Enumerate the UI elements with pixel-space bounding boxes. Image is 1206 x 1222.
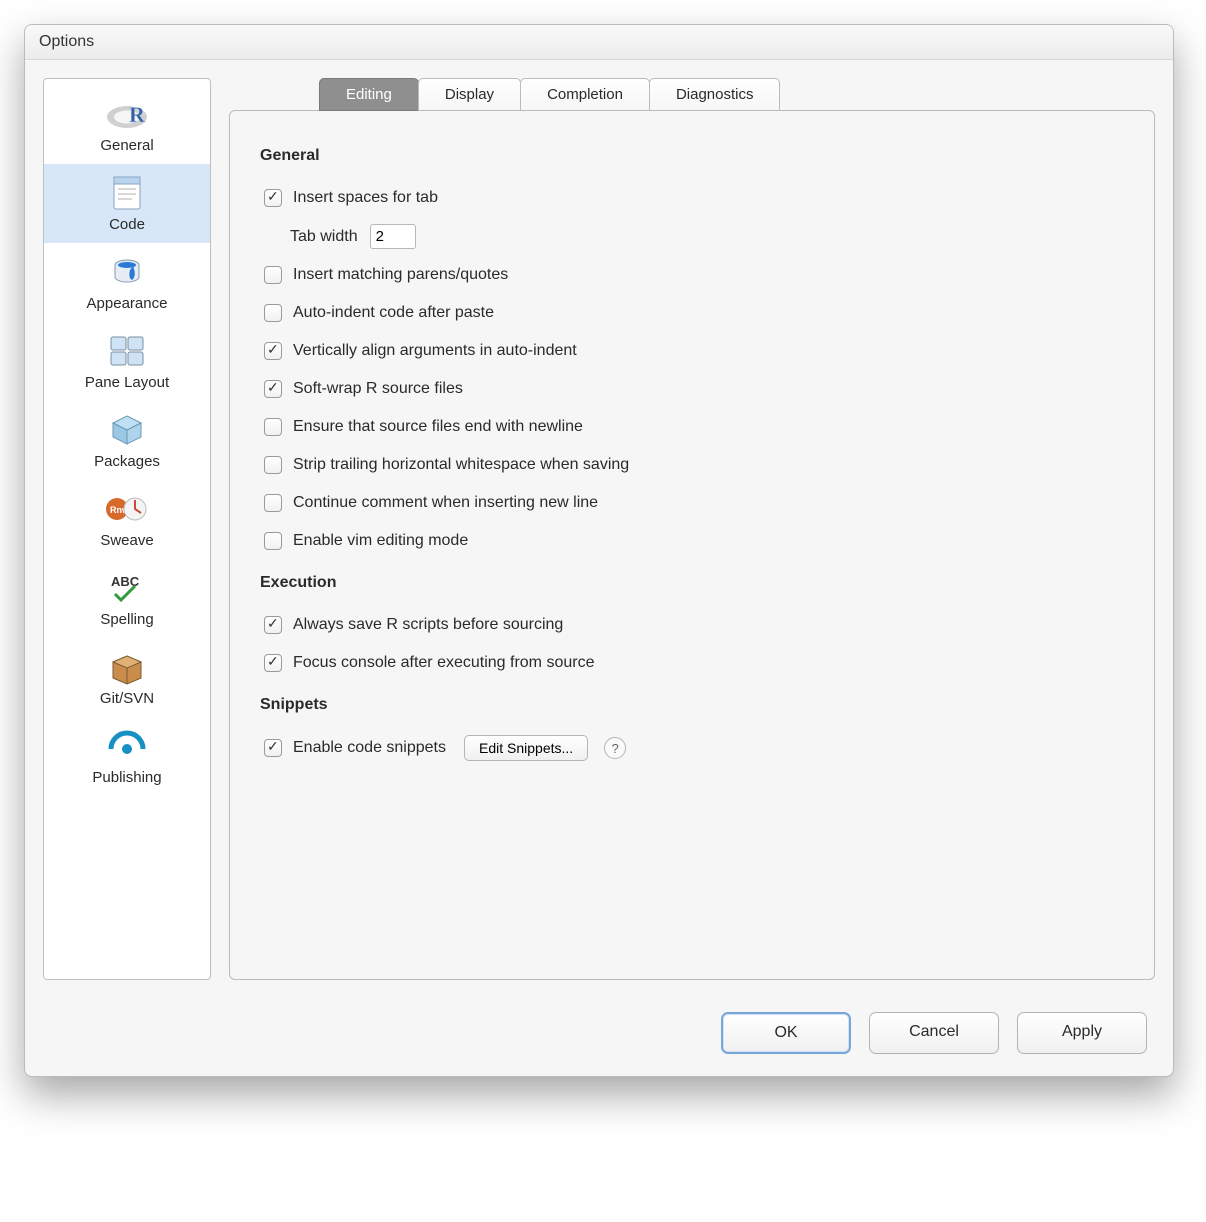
sidebar-item-general[interactable]: R General — [44, 85, 210, 164]
lbl-focus-console: Focus console after executing from sourc… — [293, 654, 594, 672]
help-icon[interactable]: ? — [604, 737, 626, 759]
section-general: General — [260, 147, 1124, 165]
chk-always-save[interactable] — [264, 616, 282, 634]
sidebar-item-publishing[interactable]: Publishing — [44, 717, 210, 796]
chk-insert-spaces[interactable] — [264, 189, 282, 207]
tab-display[interactable]: Display — [418, 78, 521, 111]
box-icon — [48, 646, 206, 688]
spelling-icon: ABC — [48, 567, 206, 609]
panes-icon — [48, 330, 206, 372]
chk-strip-trailing[interactable] — [264, 456, 282, 474]
chk-focus-console[interactable] — [264, 654, 282, 672]
sidebar-item-appearance[interactable]: Appearance — [44, 243, 210, 322]
chk-soft-wrap[interactable] — [264, 380, 282, 398]
chk-auto-indent-paste[interactable] — [264, 304, 282, 322]
lbl-enable-snippets: Enable code snippets — [293, 739, 446, 757]
lbl-continue-comment: Continue comment when inserting new line — [293, 494, 598, 512]
r-logo-icon: R — [48, 93, 206, 135]
lbl-tab-width: Tab width — [290, 228, 358, 246]
ok-button[interactable]: OK — [721, 1012, 851, 1054]
dialog-body: R General Code — [25, 60, 1173, 998]
sidebar-label: Appearance — [48, 295, 206, 312]
sidebar-label: Packages — [48, 453, 206, 470]
lbl-vim-mode: Enable vim editing mode — [293, 532, 468, 550]
options-dialog: Options R General — [24, 24, 1174, 1077]
tab-completion[interactable]: Completion — [520, 78, 650, 111]
section-snippets: Snippets — [260, 696, 1124, 714]
lbl-insert-spaces: Insert spaces for tab — [293, 189, 438, 207]
sidebar-label: Git/SVN — [48, 690, 206, 707]
chk-vim-mode[interactable] — [264, 532, 282, 550]
tabs: Editing Display Completion Diagnostics — [319, 78, 1155, 111]
edit-snippets-button[interactable]: Edit Snippets... — [464, 735, 588, 761]
chk-insert-matching[interactable] — [264, 266, 282, 284]
lbl-strip-trailing: Strip trailing horizontal whitespace whe… — [293, 456, 629, 474]
lbl-vert-align: Vertically align arguments in auto-inden… — [293, 342, 577, 360]
section-execution: Execution — [260, 574, 1124, 592]
lbl-ensure-newline: Ensure that source files end with newlin… — [293, 418, 583, 436]
sidebar-item-git-svn[interactable]: Git/SVN — [44, 638, 210, 717]
sidebar-label: Spelling — [48, 611, 206, 628]
sidebar-item-packages[interactable]: Packages — [44, 401, 210, 480]
paint-bucket-icon — [48, 251, 206, 293]
sidebar-label: General — [48, 137, 206, 154]
publishing-icon — [48, 725, 206, 767]
sidebar-label: Pane Layout — [48, 374, 206, 391]
lbl-soft-wrap: Soft-wrap R source files — [293, 380, 463, 398]
dialog-footer: OK Cancel Apply — [25, 998, 1173, 1076]
sidebar-label: Code — [48, 216, 206, 233]
sweave-icon: Rnw — [48, 488, 206, 530]
tab-editing[interactable]: Editing — [319, 78, 419, 111]
chk-enable-snippets[interactable] — [264, 739, 282, 757]
svg-text:R: R — [129, 102, 146, 127]
sidebar-label: Sweave — [48, 532, 206, 549]
lbl-always-save: Always save R scripts before sourcing — [293, 616, 563, 634]
window-title: Options — [25, 25, 1173, 60]
chk-ensure-newline[interactable] — [264, 418, 282, 436]
input-tab-width[interactable] — [370, 224, 416, 249]
tab-diagnostics[interactable]: Diagnostics — [649, 78, 781, 111]
chk-vert-align[interactable] — [264, 342, 282, 360]
main-area: Editing Display Completion Diagnostics G… — [229, 78, 1155, 980]
chk-continue-comment[interactable] — [264, 494, 282, 512]
sidebar-item-pane-layout[interactable]: Pane Layout — [44, 322, 210, 401]
document-icon — [48, 172, 206, 214]
cube-icon — [48, 409, 206, 451]
apply-button[interactable]: Apply — [1017, 1012, 1147, 1054]
sidebar-label: Publishing — [48, 769, 206, 786]
sidebar-item-spelling[interactable]: ABC Spelling — [44, 559, 210, 638]
cancel-button[interactable]: Cancel — [869, 1012, 999, 1054]
editing-panel: General Insert spaces for tab Tab width … — [229, 110, 1155, 980]
sidebar-item-code[interactable]: Code — [44, 164, 210, 243]
category-sidebar: R General Code — [43, 78, 211, 980]
lbl-auto-indent-paste: Auto-indent code after paste — [293, 304, 494, 322]
lbl-insert-matching: Insert matching parens/quotes — [293, 266, 508, 284]
sidebar-item-sweave[interactable]: Rnw Sweave — [44, 480, 210, 559]
window-title-text: Options — [39, 33, 94, 50]
